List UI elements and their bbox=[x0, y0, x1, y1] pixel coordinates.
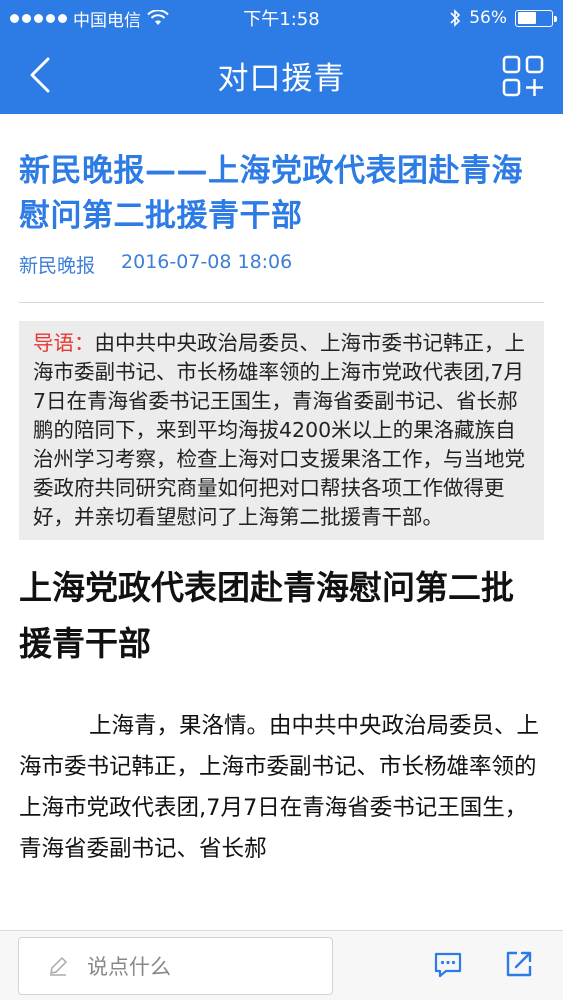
article-sub-heading: 上海党政代表团赴青海慰问第二批援青干部 bbox=[19, 568, 514, 663]
nav-bar: 对口援青 bbox=[0, 36, 563, 114]
page-title: 对口援青 bbox=[217, 60, 346, 97]
bluetooth-icon bbox=[450, 9, 461, 27]
comment-placeholder: 说点什么 bbox=[87, 954, 171, 979]
bottom-bar: 说点什么 bbox=[0, 930, 563, 1000]
battery-percent: 56% bbox=[469, 8, 507, 28]
share-icon bbox=[506, 951, 532, 977]
comment-input[interactable]: 说点什么 bbox=[18, 936, 333, 995]
comments-button[interactable] bbox=[432, 949, 464, 981]
back-button[interactable] bbox=[20, 54, 60, 96]
article: 新民晚报——上海党政代表团赴青海 慰问第二批援青干部 新民晚报 2016-07-… bbox=[0, 114, 563, 870]
carrier-label: 中国电信 bbox=[73, 10, 141, 31]
comment-icon bbox=[434, 952, 462, 978]
summary-label: 导语： bbox=[33, 331, 95, 355]
article-source[interactable]: 新民晚报 bbox=[19, 251, 95, 278]
grid-plus-icon bbox=[502, 55, 544, 97]
share-button[interactable] bbox=[503, 948, 535, 980]
status-left: 中国电信 bbox=[10, 6, 169, 31]
wifi-icon bbox=[147, 10, 169, 25]
article-body: 上海青，果洛情。由中共中央政治局委员、上海市委书记韩正，上海市委副书记、市长杨雄… bbox=[19, 713, 540, 862]
article-datetime: 2016-07-08 18:06 bbox=[121, 251, 293, 273]
summary-text: 由中共中央政治局委员、上海市委书记韩正，上海市委副书记、市长杨雄率领的上海市党政… bbox=[33, 331, 525, 529]
status-bar: 中国电信 下午1:58 56% bbox=[0, 0, 563, 36]
article-meta: 新民晚报 2016-07-08 18:06 bbox=[19, 251, 544, 278]
pencil-icon bbox=[50, 956, 68, 976]
signal-strength-icon bbox=[10, 13, 67, 23]
article-summary: 导语：由中共中央政治局委员、上海市委书记韩正，上海市委副书记、市长杨雄率领的上海… bbox=[19, 321, 544, 540]
status-right: 56% bbox=[449, 8, 557, 28]
chevron-left-icon bbox=[30, 57, 50, 93]
divider bbox=[19, 302, 544, 303]
article-title: 新民晚报——上海党政代表团赴青海 慰问第二批援青干部 bbox=[19, 153, 523, 234]
grid-menu-button[interactable] bbox=[501, 54, 545, 98]
battery-icon bbox=[515, 9, 557, 27]
